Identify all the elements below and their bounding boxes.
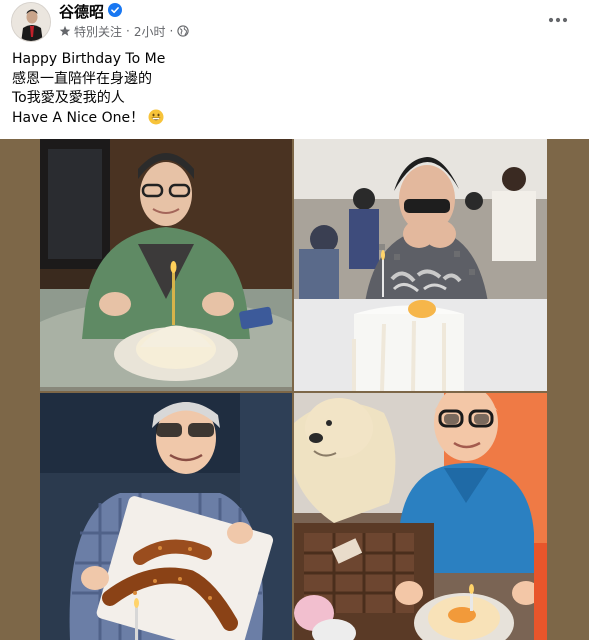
author-name[interactable]: 谷德昭 (59, 1, 104, 22)
caption-line: 感恩一直陪伴在身邊的 (12, 70, 152, 87)
photo-2[interactable] (294, 139, 547, 391)
caption-line: Happy Birthday To Me (12, 51, 166, 67)
meta-separator: · (126, 24, 130, 38)
post-caption: Happy Birthday To Me 感恩一直陪伴在身邊的 To我愛及愛我的… (12, 50, 572, 128)
author-avatar[interactable] (11, 2, 51, 42)
star-icon (59, 25, 71, 37)
photo-1[interactable] (40, 139, 292, 391)
more-options-button[interactable] (544, 8, 572, 32)
grinning-emoji-icon (148, 109, 164, 125)
facebook-post: 谷德昭 特別关注 · 2小时 · Happy Birthday To Me 感恩… (0, 0, 589, 640)
photo-3[interactable] (40, 393, 292, 640)
post-time[interactable]: 2小时 (134, 23, 166, 40)
caption-line: Have A Nice One！ (12, 109, 145, 126)
globe-icon[interactable] (177, 25, 189, 37)
more-options-icon (548, 17, 568, 23)
caption-line: To我愛及愛我的人 (12, 90, 125, 106)
caption-line-last: Have A Nice One！ (12, 109, 572, 129)
photo-gallery (0, 139, 589, 640)
post-header: 谷德昭 特別关注 · 2小时 · (0, 0, 589, 44)
verified-badge-icon (108, 3, 122, 17)
photo-4[interactable] (294, 393, 547, 640)
post-meta: 特別关注 · 2小时 · (59, 23, 189, 39)
meta-separator: · (169, 24, 174, 38)
following-label[interactable]: 特別关注 (74, 23, 122, 40)
